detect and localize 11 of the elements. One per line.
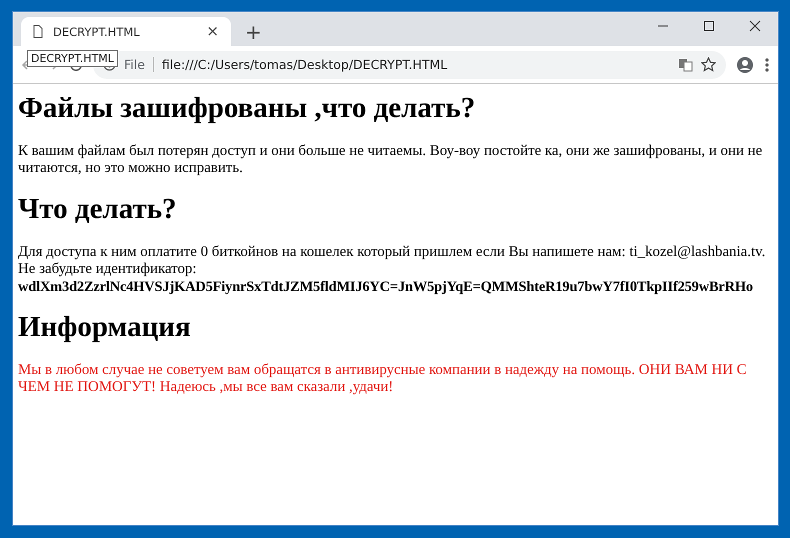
warning-paragraph: Мы в любом случае не советуем вам обращатся в антивирусные компании в надежду на помощь. ОНИ ВАМ НИ С ЧЕМ НЕ ПОМОГУТ! Надеюсь ,мы все вам сказали ,удачи! <box>18 362 748 396</box>
scheme-label: File <box>124 57 154 72</box>
page-heading: Информация <box>18 311 192 344</box>
page-heading: Файлы зашифрованы ,что делать? <box>18 92 476 125</box>
page-heading: Что делать? <box>18 193 178 226</box>
paragraph: К вашим файлам был потерян доступ и они больше не читаемы. Воу-воу постойте ка, они же зашифрованы, и они не читаются, но это можно исправить. <box>18 143 764 178</box>
url-text: file:///C:/Users/tomas/Desktop/DECRYPT.HTML <box>162 57 448 72</box>
tooltip: DECRYPT.HTML <box>27 50 118 67</box>
paragraph: Для доступа к ним оплатите 0 биткойнов на кошелек который пришлем если Вы напишете нам: ti_kozel@lashbania.tv. Не забудьте идентификатор: <box>18 244 766 279</box>
identifier-code: wdlXm3d2ZzrlNc4HVSJjKAD5FiynrSxTdtJZM5fldMIJ6YC=JnW5pjYqE=QMMShteR19u7bwY7fI0TkpIIf259wBrRHo <box>18 278 753 296</box>
tab-title: DECRYPT.HTML <box>53 24 141 38</box>
